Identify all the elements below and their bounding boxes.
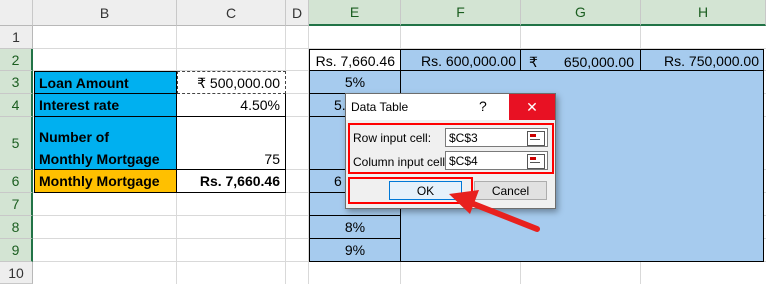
corner-select-all[interactable] xyxy=(0,0,33,26)
cell-b5-label[interactable]: Number of Monthly Mortgage xyxy=(34,117,177,170)
cell-e3-rate[interactable]: 5% xyxy=(309,71,401,94)
row-header-1[interactable]: 1 xyxy=(0,26,33,49)
row-header-4[interactable]: 4 xyxy=(0,94,33,117)
row-header-8[interactable]: 8 xyxy=(0,216,33,239)
cell-f2-loan[interactable]: Rs. 600,000.00 xyxy=(401,49,521,71)
cell-e9-rate[interactable]: 9% xyxy=(309,239,401,262)
cell-g2-loan[interactable]: ₹ 650,000.00 xyxy=(521,49,641,71)
cell-c4-interest-rate[interactable]: 4.50% xyxy=(177,94,286,117)
ok-button[interactable]: OK xyxy=(389,181,462,200)
column-input-value: $C$4 xyxy=(449,154,478,168)
cell-c6-monthly-mortgage[interactable]: Rs. 7,660.46 xyxy=(177,170,286,193)
help-button[interactable]: ? xyxy=(479,98,487,114)
close-icon: ✕ xyxy=(526,98,538,115)
row-header-3[interactable]: 3 xyxy=(0,71,33,94)
dialog-titlebar[interactable]: Data Table ? ✕ xyxy=(346,94,555,120)
row-header-7[interactable]: 7 xyxy=(0,193,33,216)
cell-h2-loan[interactable]: Rs. 750,000.00 xyxy=(641,49,764,71)
range-selector-icon[interactable] xyxy=(527,154,545,169)
cell-c3-loan-amount[interactable]: ₹ 500,000.00 xyxy=(177,71,286,94)
column-input-label: Column input cell: xyxy=(353,155,449,169)
column-header-e[interactable]: E xyxy=(309,0,401,26)
cancel-button[interactable]: Cancel xyxy=(474,181,547,200)
row-header-5[interactable]: 5 xyxy=(0,117,33,170)
column-input-field[interactable]: $C$4 xyxy=(445,151,548,170)
row-header-2[interactable]: 2 xyxy=(0,49,33,71)
ok-label: OK xyxy=(416,183,435,198)
column-header-d[interactable]: D xyxy=(286,0,309,26)
close-button[interactable]: ✕ xyxy=(509,94,555,120)
cell-c5-monthly-count[interactable]: 75 xyxy=(177,117,286,170)
range-selector-icon[interactable] xyxy=(527,131,545,146)
cell-b4-label[interactable]: Interest rate xyxy=(34,94,177,117)
cell-b6-label[interactable]: Monthly Mortgage xyxy=(34,170,177,193)
row-header-9[interactable]: 9 xyxy=(0,239,33,262)
row-input-field[interactable]: $C$3 xyxy=(445,128,548,147)
column-header-h[interactable]: H xyxy=(641,0,766,26)
cell-e2-formula[interactable]: Rs. 7,660.46 xyxy=(309,49,401,71)
row-input-value: $C$3 xyxy=(449,131,478,145)
cell-b3-label[interactable]: Loan Amount xyxy=(34,71,177,94)
dialog-title: Data Table xyxy=(351,100,409,114)
cell-g2-value: 650,000.00 xyxy=(563,54,634,70)
row-input-label: Row input cell: xyxy=(353,131,432,145)
column-header-g[interactable]: G xyxy=(521,0,641,26)
row-header-10[interactable]: 10 xyxy=(0,262,33,284)
cell-b5-line1: Number of xyxy=(39,129,109,145)
cell-g2-currency: ₹ xyxy=(529,54,538,70)
cancel-label: Cancel xyxy=(491,183,530,198)
column-header-b[interactable]: B xyxy=(33,0,177,26)
column-header-c[interactable]: C xyxy=(177,0,286,26)
cell-e8-rate[interactable]: 8% xyxy=(309,216,401,239)
column-header-f[interactable]: F xyxy=(401,0,521,26)
data-table-dialog: Data Table ? ✕ Row input cell: $C$3 Colu… xyxy=(345,93,556,209)
row-header-6[interactable]: 6 xyxy=(0,170,33,193)
cell-b5-line2: Monthly Mortgage xyxy=(39,151,160,167)
